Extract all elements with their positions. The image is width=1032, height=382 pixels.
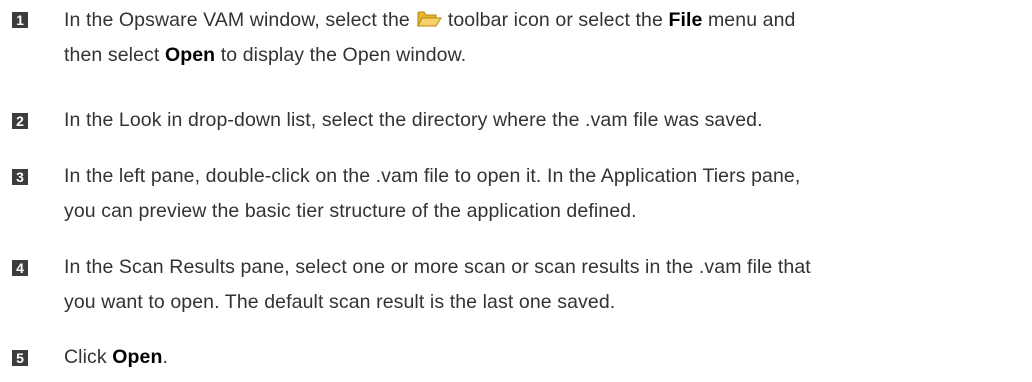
step-text-part: Click [64,346,107,368]
step-number-badge: 1 [12,12,28,28]
step-text-line: you want to open. The default scan resul… [64,291,616,313]
step-text-part: . [162,346,169,368]
step-number-badge: 3 [12,169,28,185]
step-text-part: In the Opsware VAM window, select the [64,9,410,31]
step-text-line: you can preview the basic tier structure… [64,200,637,222]
folder-open-icon [416,6,442,27]
step-text: In the Look in drop-down list, select th… [64,109,763,131]
step-text-part: menu and [707,9,796,31]
step-text: In the Opsware VAM window, select the to… [64,3,1024,73]
step-text-part: toolbar icon or select the [447,9,663,31]
file-menu-term: File [668,9,703,31]
open-command-term: Open [164,44,216,66]
open-command-term: Open [112,346,163,368]
step-text: Click Open. [64,340,1024,375]
step-text: In the Scan Results pane, select one or … [64,250,1024,320]
step-number-badge: 5 [12,350,28,366]
step-text-line: In the left pane, double-click on the .v… [64,165,801,187]
step-text-part: to display the Open window. [220,44,467,66]
step-text-line: In the Scan Results pane, select one or … [64,256,811,278]
step-number-badge: 4 [12,260,28,276]
step-number-badge: 2 [12,113,28,129]
step-text-part: then select [64,44,160,66]
step-text: In the left pane, double-click on the .v… [64,159,1024,229]
